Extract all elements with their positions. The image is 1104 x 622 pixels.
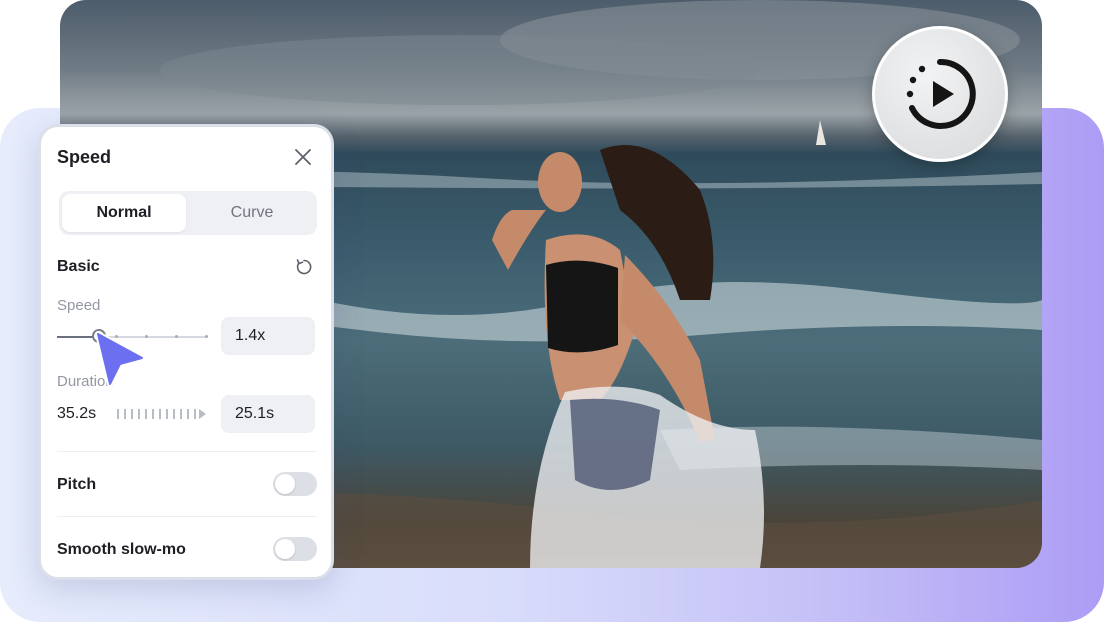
pitch-label: Pitch — [57, 476, 97, 493]
smooth-slowmo-toggle[interactable] — [273, 537, 317, 561]
reset-icon — [296, 259, 312, 275]
reset-button[interactable] — [295, 258, 313, 276]
slider-tick — [205, 335, 208, 338]
toggle-knob — [275, 539, 295, 559]
duration-value-input[interactable]: 25.1s — [221, 395, 315, 433]
toggle-knob — [275, 474, 295, 494]
mouse-pointer-icon — [95, 331, 145, 387]
speed-label: Speed — [57, 297, 101, 314]
tab-normal[interactable]: Normal — [62, 194, 186, 232]
duration-arrow-icon — [117, 409, 206, 419]
smooth-slowmo-label: Smooth slow-mo — [57, 541, 186, 558]
divider — [57, 516, 317, 517]
replay-button[interactable] — [872, 26, 1008, 162]
mode-tabs: Normal Curve — [59, 191, 317, 235]
close-button[interactable] — [293, 147, 313, 167]
duration-original: 35.2s — [57, 405, 97, 422]
panel-title: Speed — [57, 147, 112, 167]
section-title-basic: Basic — [57, 258, 100, 275]
speed-value-input[interactable]: 1.4x — [221, 317, 315, 355]
pitch-toggle[interactable] — [273, 472, 317, 496]
slider-tick — [175, 335, 178, 338]
tab-curve[interactable]: Curve — [190, 194, 314, 232]
speed-panel: Speed Normal Curve Basic Speed 1.4x Dura… — [38, 124, 334, 580]
divider — [57, 451, 317, 452]
close-icon — [295, 149, 311, 165]
replay-play-icon — [906, 58, 976, 129]
woman-figure — [492, 145, 764, 568]
